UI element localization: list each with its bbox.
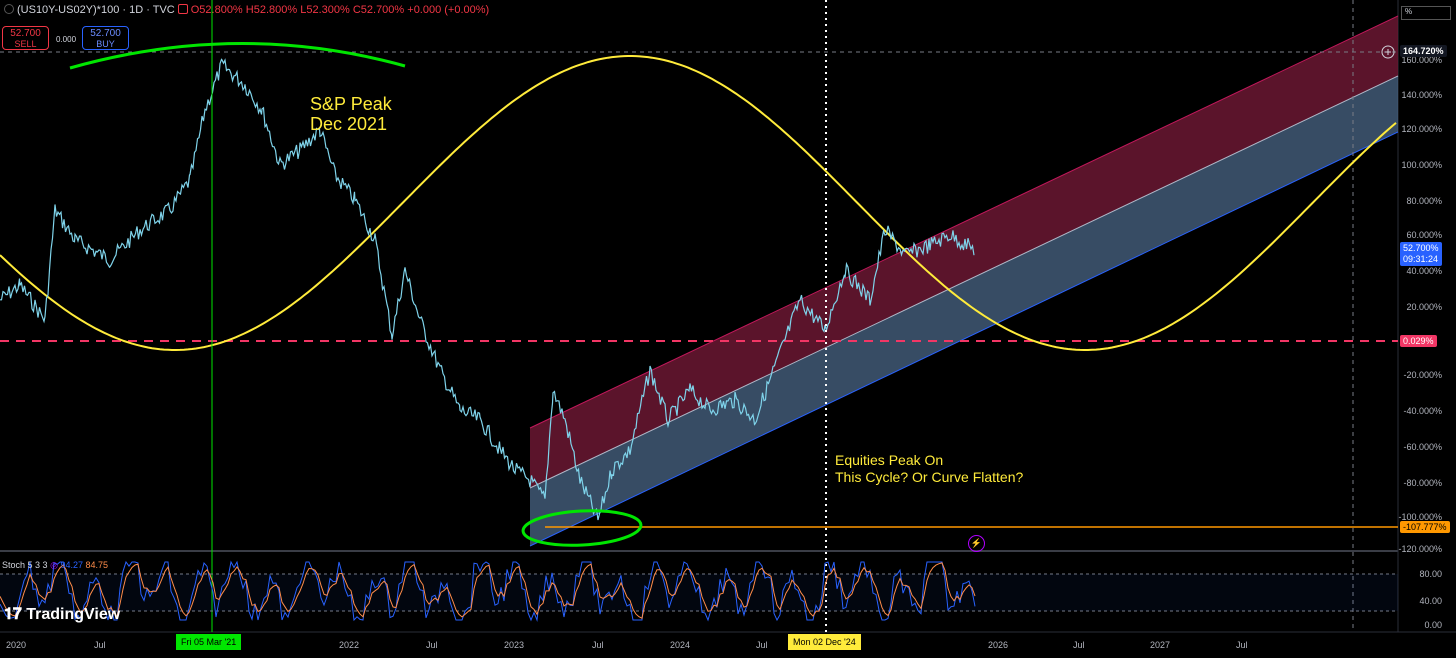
sp-peak-annotation[interactable]: S&P Peak Dec 2021	[310, 94, 392, 134]
x-tick-label: 2020	[6, 640, 27, 650]
x-tick-label: 2026	[988, 640, 1009, 650]
spread-value: 0.000	[56, 35, 77, 44]
symbol-title[interactable]: (US10Y-US02Y)*100 · 1D · TVC	[17, 4, 175, 16]
buy-button[interactable]: 52.700 BUY	[82, 26, 129, 50]
collapse-icon[interactable]	[4, 4, 14, 14]
y-tick-label: 100.000%	[1401, 160, 1442, 170]
y-tick-label: 80.000%	[1406, 196, 1442, 206]
y-tick-label: 140.000%	[1401, 90, 1442, 100]
sell-button[interactable]: 52.700 SELL	[2, 26, 49, 50]
logo-text: TradingView	[26, 606, 121, 623]
stoch-tick-0: 0.00	[1424, 620, 1442, 630]
y-tick-label: 20.000%	[1406, 302, 1442, 312]
crosshair-price-label: 164.720%	[1400, 45, 1447, 57]
stoch-name: Stoch 5 3 3	[2, 560, 48, 570]
sp-peak-line2: Dec 2021	[310, 114, 388, 134]
crosshair-date-1: Fri 05 Mar '21	[176, 634, 242, 650]
sell-price: 52.700	[10, 28, 41, 39]
low-price-label: -107.777%	[1400, 521, 1450, 533]
visibility-icon[interactable]	[177, 4, 188, 14]
last-price-value: 52.700%	[1403, 243, 1439, 253]
y-tick-label: -120.000%	[1398, 544, 1442, 554]
scale-mode-label[interactable]: %	[1401, 6, 1451, 20]
chart-canvas[interactable]	[0, 0, 1456, 658]
x-tick-label: Jul	[1236, 640, 1248, 650]
stoch-settings-icon[interactable]: ◎	[50, 560, 58, 570]
y-tick-label: -80.000%	[1403, 478, 1442, 488]
channel-mid-line	[529, 75, 1399, 489]
stoch-k-value: 94.27	[60, 560, 83, 570]
y-tick-label: 40.000%	[1406, 266, 1442, 276]
stoch-d-value: 84.75	[85, 560, 109, 570]
x-tick-label: Jul	[756, 640, 768, 650]
x-tick-label: 2023	[504, 640, 525, 650]
stoch-tick-80: 80.00	[1419, 569, 1442, 579]
x-tick-label: 2022	[339, 640, 360, 650]
equities-line2: This Cycle? Or Curve Flatten?	[835, 469, 1024, 485]
last-price-label: 52.700% 09:31:24	[1400, 242, 1442, 266]
channel-top-line	[529, 15, 1399, 429]
x-tick-label: Jul	[592, 640, 604, 650]
x-tick-label: Jul	[426, 640, 438, 650]
stoch-legend[interactable]: Stoch 5 3 3 ◎ 94.27 84.75	[2, 560, 108, 571]
ohlc-low: L52.300%	[300, 4, 350, 16]
x-tick-label: 2027	[1150, 640, 1171, 650]
sell-label: SELL	[14, 39, 37, 49]
lightning-icon[interactable]: ⚡	[968, 535, 985, 552]
y-tick-label: 60.000%	[1406, 230, 1442, 240]
ohlc-open: O52.800%	[190, 4, 243, 16]
x-tick-label: Jul	[94, 640, 106, 650]
stoch-tick-40: 40.00	[1419, 596, 1442, 606]
tradingview-logo: 𝟏𝟕 TradingView	[4, 606, 121, 623]
x-tick-label: Jul	[1073, 640, 1085, 650]
ohlc-change: +0.000 (+0.00%)	[407, 4, 490, 16]
equities-line1: Equities Peak On	[835, 452, 944, 468]
y-tick-label: -60.000%	[1403, 442, 1442, 452]
countdown-value: 09:31:24	[1403, 254, 1439, 264]
buy-price: 52.700	[90, 28, 121, 39]
sp-peak-line1: S&P Peak	[310, 94, 392, 114]
x-tick-label: 2024	[670, 640, 691, 650]
y-tick-label: 120.000%	[1401, 124, 1442, 134]
equities-annotation[interactable]: Equities Peak On This Cycle? Or Curve Fl…	[835, 452, 1023, 486]
legend-header: (US10Y-US02Y)*100 · 1D · TVC O52.800% H52…	[4, 4, 489, 16]
y-tick-label: -40.000%	[1403, 406, 1442, 416]
ohlc-close: C52.700%	[352, 4, 405, 16]
y-tick-label: -20.000%	[1403, 370, 1442, 380]
buy-label: BUY	[96, 39, 115, 49]
channel-upper-band[interactable]	[530, 16, 1398, 488]
hline-price-label: 0.029%	[1400, 335, 1437, 347]
crosshair-date-2: Mon 02 Dec '24	[788, 634, 861, 650]
ohlc-high: H52.800%	[245, 4, 298, 16]
